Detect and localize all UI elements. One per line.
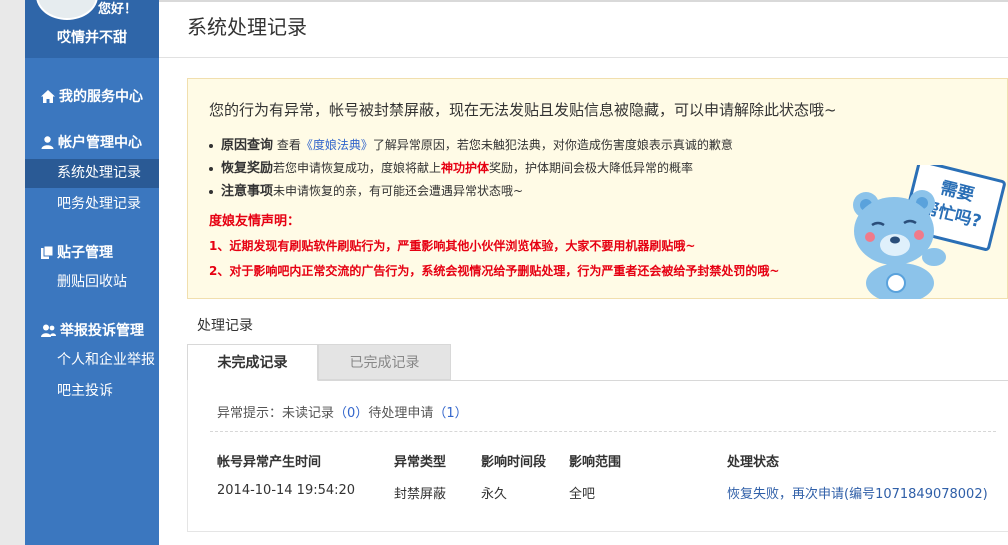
mascot-bear-image: 需要 帮忙吗? — [848, 160, 1008, 303]
tab-unfinished[interactable]: 未完成记录 — [187, 344, 318, 381]
user-box: 您好！ 哎情并不甜 — [25, 0, 159, 58]
bullet-text: 奖励，护体期间会极大降低异常的概率 — [489, 161, 694, 175]
bullet-title: 注意事项 — [221, 184, 274, 199]
sidebar-item-system-records[interactable]: 系统处理记录 — [25, 159, 159, 188]
home-icon — [41, 89, 55, 103]
nav-head-account-center[interactable]: 帐户管理中心 — [41, 132, 142, 152]
statement-title: 度娘友情声明： — [209, 214, 301, 229]
sidebar-item-bar-records[interactable]: 吧务处理记录 — [25, 190, 159, 219]
sidebar-item-recycle-bin[interactable]: 删贴回收站 — [25, 268, 159, 297]
cell-type: 封禁屏蔽 — [394, 487, 447, 502]
cell-status-reapply-link[interactable]: 恢复失败，再次申请(编号1071849078002) — [727, 483, 988, 502]
top-border — [159, 0, 1008, 2]
column-header-time: 帐号异常产生时间 — [217, 455, 322, 470]
bullet-text: 了解异常原因，若您未触犯法典，对你造成伤害度娘表示真诚的歉意 — [372, 138, 733, 152]
cell-duration: 永久 — [481, 487, 508, 502]
unread-count-link[interactable]: （0） — [334, 406, 368, 421]
list-item: 恢复奖励若您申请恢复成功，度娘将献上神功护体奖励，护体期间会极大降低异常的概率 — [209, 157, 733, 180]
hint-label: 异常提示： — [217, 406, 283, 421]
tab-finished[interactable]: 已完成记录 — [318, 344, 451, 380]
sidebar-item-moderator-complaint[interactable]: 吧主投诉 — [25, 377, 159, 406]
bullet-dot — [209, 189, 213, 194]
column-header-duration: 影响时间段 — [481, 455, 547, 470]
nav-head-label: 举报投诉管理 — [60, 323, 144, 339]
bullet-dot — [209, 166, 213, 171]
title-bar: 系统处理记录 — [159, 0, 1008, 58]
pending-count-link[interactable]: （1） — [433, 406, 467, 421]
nav-head-label: 帐户管理中心 — [58, 135, 142, 151]
cell-scope: 全吧 — [569, 487, 596, 502]
notice-box: 您的行为有异常，帐号被封禁屏蔽，现在无法发贴且发贴信息被隐藏，可以申请解除此状态… — [187, 78, 1008, 303]
records-section-label: 处理记录 — [197, 318, 253, 334]
list-item: 原因查询 查看《度娘法典》了解异常原因，若您未触犯法典，对你造成伤害度娘表示真诚… — [209, 134, 733, 157]
username[interactable]: 哎情并不甜 — [25, 27, 159, 47]
reward-highlight: 神功护体 — [441, 161, 490, 175]
sidebar: 您好！ 哎情并不甜 我的服务中心 帐户管理中心 系统处理记录 吧务处理记录 贴子… — [25, 0, 159, 545]
bullet-title: 原因查询 — [221, 138, 274, 153]
column-header-scope: 影响范围 — [569, 455, 622, 470]
document-icon — [41, 245, 53, 259]
anomaly-hint: 异常提示：未读记录（0）待处理申请（1） — [217, 402, 468, 421]
nav-head-label: 我的服务中心 — [59, 89, 143, 105]
nav-head-report-management[interactable]: 举报投诉管理 — [41, 320, 144, 340]
cell-time: 2014-10-14 19:54:20 — [217, 483, 356, 498]
users-icon — [41, 324, 56, 337]
divider — [210, 431, 996, 432]
bullet-dot — [209, 143, 213, 148]
avatar[interactable] — [36, 0, 98, 20]
bullet-text: 查看 — [273, 138, 301, 152]
law-link[interactable]: 《度娘法典》 — [301, 138, 373, 152]
user-icon — [41, 135, 54, 149]
page-title: 系统处理记录 — [187, 15, 307, 39]
sidebar-item-personal-report[interactable]: 个人和企业举报 — [25, 346, 159, 375]
statement-1: 1、近期发现有刷贴软件刷贴行为，严重影响其他小伙伴浏览体验，大家不要用机器刷贴哦… — [209, 239, 696, 253]
hint-pending-label: 待处理申请 — [368, 406, 434, 421]
bullet-text: 若您申请恢复成功，度娘将献上 — [273, 161, 442, 175]
nav-head-post-management[interactable]: 贴子管理 — [41, 242, 113, 262]
list-item: 注意事项未申请恢复的亲，有可能还会遭遇异常状态哦~ — [209, 180, 733, 203]
statement-2: 2、对于影响吧内正常交流的广告行为，系统会视情况给予删贴处理，行为严重者还会被给… — [209, 264, 780, 278]
bullet-text: 未申请恢复的亲，有可能还会遭遇异常状态哦~ — [273, 184, 524, 198]
column-header-type: 异常类型 — [394, 455, 447, 470]
bullet-title: 恢复奖励 — [221, 161, 274, 176]
records-tabs: 未完成记录 已完成记录 — [187, 344, 1008, 381]
nav-head-service-center[interactable]: 我的服务中心 — [41, 86, 143, 106]
column-header-status: 处理状态 — [727, 455, 780, 470]
greeting: 您好！ — [98, 2, 138, 17]
notice-bullets: 原因查询 查看《度娘法典》了解异常原因，若您未触犯法典，对你造成伤害度娘表示真诚… — [209, 134, 733, 203]
hint-unread-label: 未读记录 — [282, 406, 335, 421]
notice-headline: 您的行为有异常，帐号被封禁屏蔽，现在无法发贴且发贴信息被隐藏，可以申请解除此状态… — [209, 101, 837, 119]
nav-head-label: 贴子管理 — [57, 245, 113, 261]
left-gutter — [0, 0, 25, 545]
